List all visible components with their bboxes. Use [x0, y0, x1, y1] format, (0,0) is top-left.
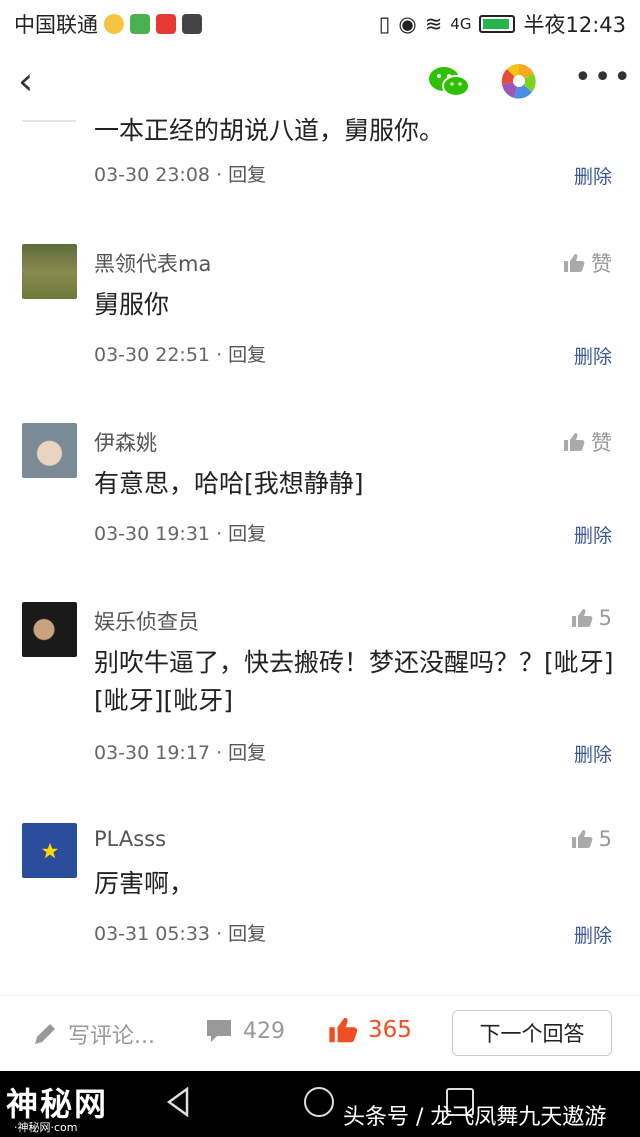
nav-home-icon[interactable]	[304, 1087, 334, 1117]
comment-meta: 03-30 22:51 · 回复	[94, 344, 267, 366]
avatar[interactable]	[22, 602, 77, 657]
thumbs-up-icon	[571, 830, 593, 848]
comments-button[interactable]: 429	[205, 1018, 285, 1044]
app-icon	[130, 14, 150, 34]
weather-icon	[104, 14, 124, 34]
comment-date: 03-30 22:51	[94, 344, 211, 366]
comment-meta: 03-31 05:33 · 回复	[94, 923, 267, 945]
like-count: 365	[368, 1017, 412, 1043]
eye-icon: ◉	[398, 12, 417, 36]
android-icon	[182, 14, 202, 34]
thumbs-up-icon	[329, 1017, 358, 1043]
vibrate-icon: ▯	[378, 12, 391, 36]
comment-meta: 03-30 19:17 · 回复	[94, 742, 267, 764]
comment-text: 有意思，哈哈[我想静静]	[94, 469, 364, 498]
bottom-action-bar: 写评论... 429 365 下一个回答	[0, 995, 640, 1071]
comment-date: 03-31 05:33	[94, 923, 211, 945]
signal-icon: 4G	[450, 15, 472, 33]
delete-link[interactable]: 删除	[574, 740, 612, 767]
battery-icon	[479, 15, 516, 33]
comment-date: 03-30 19:31	[94, 523, 211, 545]
pencil-icon	[35, 1024, 55, 1044]
thumbs-up-icon	[564, 433, 585, 451]
like-label: 赞	[591, 252, 612, 276]
chevron-left-icon[interactable]: ‹	[18, 62, 33, 100]
wifi-icon: ≋	[424, 12, 443, 36]
star-icon	[41, 842, 58, 858]
watermark-logo-sub: ·神秘网·com	[14, 1121, 78, 1134]
comment-date: 03-30 23:08	[94, 164, 211, 186]
wechat-icon[interactable]	[428, 64, 470, 100]
like-button[interactable]: 赞	[563, 248, 612, 278]
like-count: 5	[598, 606, 612, 630]
watermark-author: 头条号 / 龙飞凤舞九天遨游	[343, 1105, 607, 1130]
system-nav-bar: 神秘网 ·神秘网·com 头条号 / 龙飞凤舞九天遨游	[0, 1071, 640, 1137]
comment-bubble-icon	[207, 1020, 231, 1042]
moments-icon[interactable]	[500, 62, 538, 100]
more-dots-icon[interactable]: •••	[574, 60, 633, 95]
like-answer-button[interactable]: 365	[328, 1016, 412, 1044]
avatar[interactable]	[22, 823, 77, 878]
comment-text: 一本正经的胡说八道，舅服你。	[94, 116, 445, 145]
comment-count: 429	[243, 1018, 285, 1044]
comment-author[interactable]: 黑领代表ma	[94, 248, 211, 278]
like-button[interactable]: 5	[571, 827, 612, 851]
compose-placeholder: 写评论...	[68, 1024, 155, 1049]
reply-link[interactable]: 回复	[228, 344, 266, 366]
comment-text: 别吹牛逼了，快去搬砖！梦还没醒吗？？[呲牙][呲牙][呲牙]	[94, 648, 614, 715]
avatar[interactable]	[22, 244, 77, 299]
like-count: 5	[598, 827, 612, 851]
clock: 半夜12:43	[523, 13, 626, 37]
reply-link[interactable]: 回复	[228, 523, 266, 545]
reply-link[interactable]: 回复	[228, 923, 266, 945]
next-answer-button[interactable]: 下一个回答	[452, 1010, 612, 1056]
avatar[interactable]	[22, 423, 77, 478]
reply-link[interactable]: 回复	[228, 742, 266, 764]
like-label: 赞	[591, 431, 612, 455]
comment-author[interactable]: 娱乐侦查员	[94, 606, 199, 636]
delete-link[interactable]: 删除	[574, 342, 612, 369]
comment-date: 03-30 19:17	[94, 742, 211, 764]
comment-meta: 03-30 23:08 · 回复	[94, 164, 267, 186]
netease-icon	[156, 14, 176, 34]
delete-link[interactable]: 删除	[574, 162, 612, 189]
comment-author[interactable]: 伊森姚	[94, 427, 157, 457]
thumbs-up-icon	[571, 609, 593, 627]
reply-link[interactable]: 回复	[228, 164, 266, 186]
divider	[22, 120, 76, 122]
delete-link[interactable]: 删除	[574, 521, 612, 548]
comment-meta: 03-30 19:31 · 回复	[94, 523, 267, 545]
comment-text: 舅服你	[94, 290, 170, 319]
thumbs-up-icon	[564, 254, 585, 272]
delete-link[interactable]: 删除	[574, 921, 612, 948]
nav-back-icon[interactable]	[165, 1087, 191, 1117]
title-bar: ‹ •••	[0, 44, 640, 120]
comment-author[interactable]: PLAsss	[94, 827, 166, 851]
compose-comment-button[interactable]: 写评论...	[32, 1018, 155, 1050]
status-bar: 中国联通 ▯ ◉ ≋ 4G 半夜12:43	[0, 0, 640, 44]
carrier-label: 中国联通	[14, 13, 98, 37]
like-button[interactable]: 赞	[563, 427, 612, 457]
like-button[interactable]: 5	[571, 606, 612, 630]
comment-text: 厉害啊，	[94, 869, 195, 898]
